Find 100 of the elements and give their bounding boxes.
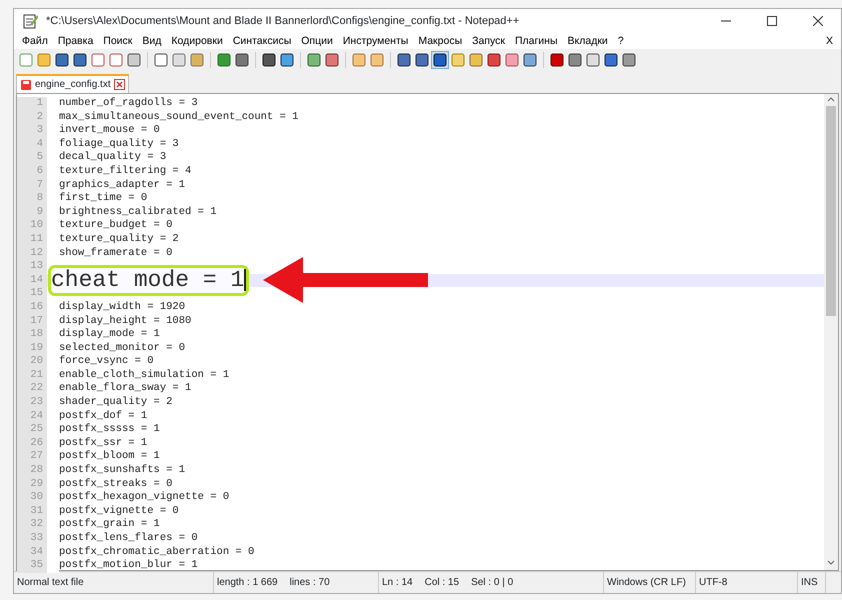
line-number: 26 <box>17 436 47 450</box>
menu-item[interactable]: Кодировки <box>166 34 228 48</box>
line-number: 23 <box>17 396 47 410</box>
line-number: 34 <box>17 546 47 560</box>
line-number: 33 <box>17 532 47 546</box>
line-number: 35 <box>17 559 47 573</box>
line-number: 19 <box>17 342 47 356</box>
line-number: 21 <box>17 368 47 382</box>
line-number: 30 <box>17 491 47 505</box>
menu-item[interactable]: Запуск <box>467 34 510 48</box>
line-number: 28 <box>17 464 47 478</box>
code-line: number_of_ragdolls = 3 <box>59 97 198 111</box>
line-number: 15 <box>17 287 47 301</box>
status-text: Ln : 14 <box>382 576 413 590</box>
code-line: enable_flora_sway = 1 <box>59 382 192 396</box>
line-number: 12 <box>17 246 47 260</box>
status-text: UTF-8 <box>699 576 728 590</box>
line-number: 6 <box>17 164 47 179</box>
code-line: display_height = 1080 <box>59 314 192 328</box>
code-line: postfx_ssr = 1 <box>59 436 148 450</box>
line-number: 3 <box>17 124 47 138</box>
line-number: 9 <box>17 206 47 220</box>
code-line: postfx_motion_blur = 1 <box>59 559 198 573</box>
line-number: 32 <box>17 518 47 532</box>
pointer-arrow-icon <box>263 256 428 303</box>
close-icon <box>813 16 823 26</box>
file-tab[interactable]: engine_config.txt <box>16 74 129 93</box>
scrollbar-thumb[interactable] <box>826 106 836 316</box>
status-text: Normal text file <box>17 576 84 590</box>
status-text: INS <box>801 576 818 590</box>
code-line: graphics_adapter = 1 <box>59 178 186 192</box>
code-line: show_framerate = 0 <box>59 246 172 260</box>
menu-item[interactable]: Вкладки <box>562 34 613 48</box>
line-number: 31 <box>17 504 47 518</box>
menu-item[interactable]: Опции <box>296 34 338 48</box>
menu-item[interactable]: ? <box>612 34 629 48</box>
maximize-icon <box>767 16 777 26</box>
menu-item[interactable]: Синтаксисы <box>228 34 296 48</box>
code-line: display_mode = 1 <box>59 328 160 342</box>
code-line: postfx_vignette = 0 <box>59 504 179 518</box>
code-line: postfx_bloom = 1 <box>59 450 160 464</box>
line-number: 5 <box>17 151 47 165</box>
code-line: display_width = 1920 <box>59 300 186 314</box>
code-line: force_vsync = 0 <box>59 355 154 369</box>
line-number: 18 <box>17 328 47 342</box>
code-line: postfx_grain = 1 <box>59 518 160 532</box>
code-line: max_simultaneous_sound_event_count = 1 <box>59 110 298 124</box>
status-text: Col : 15 <box>424 576 460 590</box>
line-number: 11 <box>17 232 47 247</box>
line-number: 25 <box>17 423 47 437</box>
highlighted-code-callout: cheat mode = 1 <box>48 264 250 296</box>
close-document-button[interactable]: X <box>820 34 841 48</box>
line-number: 29 <box>17 478 47 492</box>
code-line: texture_budget = 0 <box>59 219 172 233</box>
menu-item[interactable]: Инструменты <box>338 34 414 48</box>
line-number: 7 <box>17 178 47 192</box>
line-number: 8 <box>17 192 47 206</box>
code-line: postfx_chromatic_aberration = 0 <box>59 546 254 559</box>
code-line: selected_monitor = 0 <box>59 342 186 355</box>
line-number: 17 <box>17 314 47 328</box>
menu-item[interactable]: Макросы <box>413 34 468 48</box>
line-number: 2 <box>17 110 47 124</box>
menu-item[interactable]: Правка <box>52 34 98 48</box>
line-number: 13 <box>17 260 47 274</box>
line-number: 20 <box>17 355 47 369</box>
code-line: postfx_sssss = 1 <box>59 423 160 437</box>
code-line: first_time = 0 <box>59 192 148 206</box>
menu-item[interactable]: Поиск <box>98 34 138 48</box>
code-line: decal_quality = 3 <box>59 151 166 165</box>
status-text: Sel : 0 | 0 <box>471 576 514 590</box>
menu-item[interactable]: Вид <box>137 34 166 48</box>
code-line: texture_quality = 2 <box>59 232 179 247</box>
line-number: 16 <box>17 300 47 314</box>
code-line: postfx_dof = 1 <box>59 410 148 423</box>
window-title: *C:\Users\Alex\Documents\Mount and Blade II Bannerlord\Configs\engine_config.txt - Notepad++ <box>46 14 520 29</box>
code-line: foliage_quality = 3 <box>59 138 179 151</box>
code-line: postfx_lens_flares = 0 <box>59 532 198 546</box>
save-state-icon <box>20 78 32 90</box>
notepad-icon <box>22 13 38 29</box>
close-tab-icon[interactable] <box>114 79 125 90</box>
line-number: 4 <box>17 138 47 152</box>
line-number: 14 <box>17 274 47 288</box>
code-line: texture_filtering = 4 <box>59 164 192 179</box>
status-text: length : 1 669 <box>217 576 278 590</box>
status-text: Windows (CR LF) <box>607 576 686 590</box>
code-line: postfx_streaks = 0 <box>59 478 172 491</box>
menu-item[interactable]: Файл <box>17 34 53 48</box>
code-line: invert_mouse = 0 <box>59 124 160 138</box>
code-line: postfx_sunshafts = 1 <box>59 464 186 478</box>
code-line: shader_quality = 2 <box>59 396 172 410</box>
code-line: brightness_calibrated = 1 <box>59 206 217 219</box>
line-number: 27 <box>17 450 47 464</box>
status-text: lines : 70 <box>290 576 330 590</box>
line-number: 10 <box>17 219 47 233</box>
line-number: 22 <box>17 382 47 396</box>
menu-item[interactable]: Плагины <box>510 34 563 48</box>
line-number: 1 <box>17 97 47 111</box>
code-line: enable_cloth_simulation = 1 <box>59 368 230 382</box>
line-number: 24 <box>17 410 47 424</box>
code-line: postfx_hexagon_vignette = 0 <box>59 491 230 505</box>
